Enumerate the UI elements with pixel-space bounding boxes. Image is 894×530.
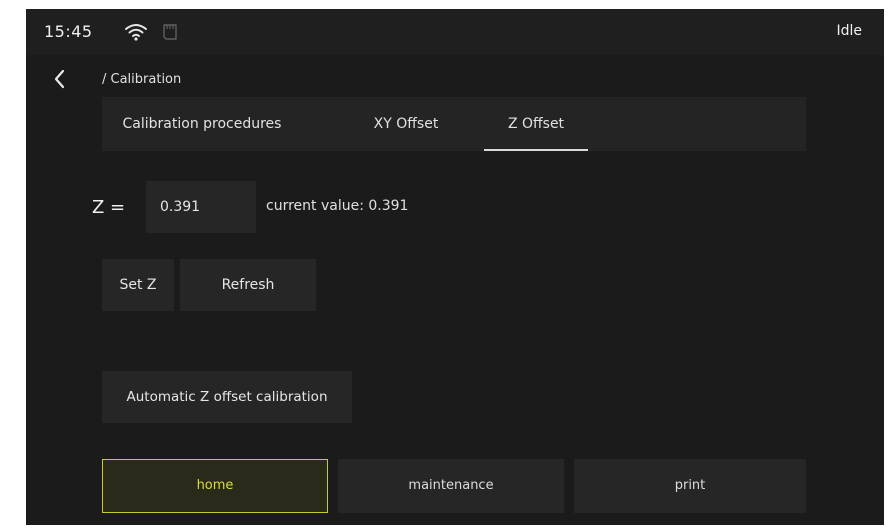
- breadcrumb: / Calibration: [102, 72, 182, 87]
- printer-screen: 15:45 Idle / Calibration Calibration pro…: [26, 9, 884, 525]
- z-label: Z =: [92, 197, 126, 218]
- printer-state: Idle: [836, 23, 862, 39]
- z-value-input[interactable]: [146, 181, 256, 233]
- current-z-value: current value: 0.391: [266, 198, 409, 214]
- chevron-left-icon[interactable]: [52, 69, 68, 89]
- status-bar: 15:45 Idle: [26, 9, 884, 55]
- tab-bar: Calibration procedures XY Offset Z Offse…: [102, 97, 806, 151]
- refresh-button[interactable]: Refresh: [180, 259, 316, 311]
- tab-calibration-procedures[interactable]: Calibration procedures: [102, 97, 302, 151]
- sd-card-icon: [163, 24, 177, 40]
- nav-print-button[interactable]: print: [574, 459, 806, 513]
- tab-z-offset[interactable]: Z Offset: [484, 97, 588, 151]
- auto-z-calibration-button[interactable]: Automatic Z offset calibration: [102, 371, 352, 423]
- set-z-button[interactable]: Set Z: [102, 259, 174, 311]
- clock: 15:45: [44, 22, 93, 41]
- wifi-icon: [125, 24, 147, 41]
- tab-xy-offset[interactable]: XY Offset: [346, 97, 466, 151]
- nav-home-button[interactable]: home: [102, 459, 328, 513]
- nav-maintenance-button[interactable]: maintenance: [338, 459, 564, 513]
